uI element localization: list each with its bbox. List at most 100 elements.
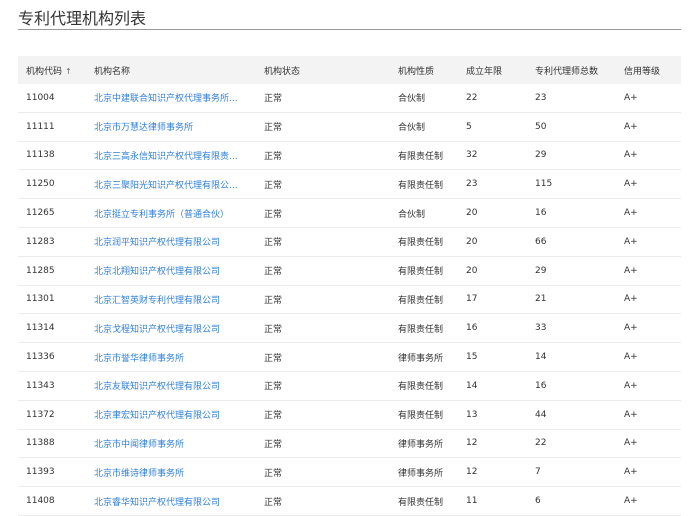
cell-status: 正常	[264, 353, 283, 364]
header-nature: 机构性质	[398, 66, 435, 77]
cell-code: 11138	[26, 150, 55, 161]
cell-nature: 律师事务所	[398, 468, 444, 479]
cell-name: 北京友联知识产权代理有限公司	[94, 379, 264, 392]
cell-credit: A+	[624, 380, 638, 391]
cell-credit: A+	[624, 265, 638, 276]
header-code[interactable]: 机构代码 ↑	[18, 64, 94, 77]
cell-years: 15	[466, 352, 478, 363]
cell-agents: 14	[535, 352, 547, 363]
cell-name: 北京市维诗律师事务所	[94, 466, 264, 479]
cell-nature: 合伙制	[398, 209, 426, 220]
cell-agents: 22	[535, 438, 547, 449]
table-body: 11004 北京中建联合知识产权代理事务所... 正常 合伙制 22 23 A+ 11111 北…	[18, 84, 681, 516]
agency-table: 机构代码 ↑ 机构名称 机构状态 机构性质 成立年限 专利代理师总数 信用等级 1…	[18, 56, 681, 516]
cell-agents: 21	[535, 294, 547, 305]
cell-nature: 有限责任制	[398, 324, 444, 335]
cell-code: 11393	[26, 467, 55, 478]
cell-years: 20	[466, 236, 478, 247]
cell-code: 11372	[26, 409, 55, 420]
cell-years: 22	[466, 92, 478, 103]
agency-name-link[interactable]: 北京北翔知识产权代理有限公司	[94, 264, 220, 277]
cell-agents: 50	[535, 121, 547, 132]
agency-name-link[interactable]: 北京友联知识产权代理有限公司	[94, 379, 220, 392]
table-row: 11111 北京市万慧达律师事务所 正常 合伙制 5 50 A+	[18, 113, 681, 142]
cell-nature: 律师事务所	[398, 353, 444, 364]
cell-code: 11250	[26, 179, 55, 190]
agency-name-link[interactable]: 北京三高永信知识产权代理有限责...	[94, 149, 238, 162]
cell-years: 14	[466, 380, 478, 391]
agency-name-link[interactable]: 北京三聚阳光知识产权代理有限公...	[94, 178, 238, 191]
table-row: 11265 北京挺立专利事务所（普通合伙） 正常 合伙制 20 16 A+	[18, 199, 681, 228]
table-row: 11336 北京市誉华律师事务所 正常 律师事务所 15 14 A+	[18, 343, 681, 372]
cell-status: 正常	[264, 151, 283, 162]
agency-name-link[interactable]: 北京润平知识产权代理有限公司	[94, 235, 220, 248]
cell-nature: 有限责任制	[398, 497, 444, 508]
cell-nature: 律师事务所	[398, 439, 444, 450]
table-row: 11393 北京市维诗律师事务所 正常 律师事务所 12 7 A+	[18, 458, 681, 488]
agency-name-link[interactable]: 北京中建联合知识产权代理事务所...	[94, 91, 238, 104]
agency-name-link[interactable]: 北京汇智英财专利代理有限公司	[94, 293, 220, 306]
table-row: 11388 北京市中闻律师事务所 正常 律师事务所 12 22 A+	[18, 430, 681, 459]
cell-years: 20	[466, 208, 478, 219]
agency-name-link[interactable]: 北京聿宏知识产权代理有限公司	[94, 408, 220, 421]
agency-name-link[interactable]: 北京睿华知识产权代理有限公司	[94, 495, 220, 508]
table-row: 11372 北京聿宏知识产权代理有限公司 正常 有限责任制 13 44 A+	[18, 401, 681, 430]
agency-name-link[interactable]: 北京市中闻律师事务所	[94, 437, 184, 450]
cell-agents: 33	[535, 323, 547, 334]
cell-credit: A+	[624, 323, 638, 334]
cell-nature: 有限责任制	[398, 151, 444, 162]
table-header: 机构代码 ↑ 机构名称 机构状态 机构性质 成立年限 专利代理师总数 信用等级	[18, 56, 681, 84]
cell-years: 20	[466, 265, 478, 276]
cell-years: 11	[466, 496, 478, 507]
cell-credit: A+	[624, 467, 638, 478]
cell-nature: 合伙制	[398, 94, 426, 105]
cell-status: 正常	[264, 295, 283, 306]
sort-arrow-up-icon[interactable]: ↑	[65, 67, 72, 76]
cell-agents: 7	[535, 467, 541, 478]
cell-status: 正常	[264, 123, 283, 134]
cell-nature: 合伙制	[398, 123, 426, 134]
cell-name: 北京三高永信知识产权代理有限责...	[94, 149, 264, 162]
agency-name-link[interactable]: 北京市维诗律师事务所	[94, 466, 184, 479]
cell-nature: 有限责任制	[398, 411, 444, 422]
cell-nature: 有限责任制	[398, 238, 444, 249]
cell-agents: 29	[535, 150, 547, 161]
agency-name-link[interactable]: 北京市誉华律师事务所	[94, 351, 184, 364]
cell-status: 正常	[264, 382, 283, 393]
cell-agents: 44	[535, 409, 547, 420]
cell-agents: 29	[535, 265, 547, 276]
cell-credit: A+	[624, 294, 638, 305]
agency-name-link[interactable]: 北京戈程知识产权代理有限公司	[94, 322, 220, 335]
table-row: 11138 北京三高永信知识产权代理有限责... 正常 有限责任制 32 29 A+	[18, 142, 681, 171]
table-row: 11004 北京中建联合知识产权代理事务所... 正常 合伙制 22 23 A+	[18, 84, 681, 113]
cell-code: 11408	[26, 496, 55, 507]
cell-credit: A+	[624, 496, 638, 507]
cell-name: 北京市誉华律师事务所	[94, 351, 264, 364]
cell-name: 北京睿华知识产权代理有限公司	[94, 495, 264, 508]
agency-name-link[interactable]: 北京挺立专利事务所（普通合伙）	[94, 207, 229, 220]
header-credit: 信用等级	[624, 66, 661, 77]
cell-code: 11314	[26, 323, 55, 334]
cell-name: 北京挺立专利事务所（普通合伙）	[94, 207, 264, 220]
cell-agents: 66	[535, 236, 547, 247]
title-divider	[18, 29, 681, 30]
cell-code: 11336	[26, 352, 55, 363]
agency-name-link[interactable]: 北京市万慧达律师事务所	[94, 120, 193, 133]
table-row: 11301 北京汇智英财专利代理有限公司 正常 有限责任制 17 21 A+	[18, 286, 681, 315]
cell-agents: 23	[535, 92, 547, 103]
cell-status: 正常	[264, 180, 283, 191]
cell-code: 11388	[26, 438, 55, 449]
cell-years: 13	[466, 409, 478, 420]
cell-credit: A+	[624, 438, 638, 449]
cell-credit: A+	[624, 150, 638, 161]
cell-credit: A+	[624, 236, 638, 247]
cell-name: 北京三聚阳光知识产权代理有限公...	[94, 178, 264, 191]
cell-credit: A+	[624, 121, 638, 132]
cell-status: 正常	[264, 468, 283, 479]
header-name: 机构名称	[94, 66, 131, 77]
cell-years: 5	[466, 121, 472, 132]
cell-code: 11265	[26, 208, 55, 219]
cell-name: 北京聿宏知识产权代理有限公司	[94, 408, 264, 421]
cell-name: 北京中建联合知识产权代理事务所...	[94, 91, 264, 104]
header-agents: 专利代理师总数	[535, 66, 599, 77]
